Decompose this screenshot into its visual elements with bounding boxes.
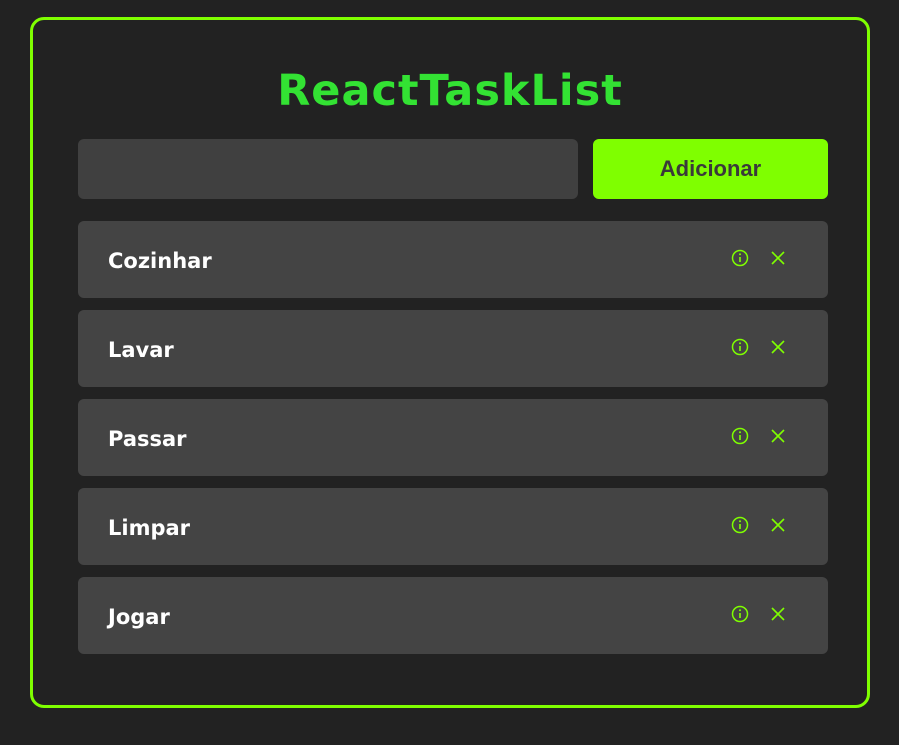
task-actions (728, 603, 790, 625)
task-remove-button[interactable] (766, 425, 790, 447)
info-icon (731, 427, 749, 445)
close-icon (771, 429, 785, 443)
task-details-button[interactable] (728, 336, 752, 358)
info-icon (731, 249, 749, 267)
add-task-button[interactable]: Adicionar (593, 139, 828, 199)
task-item[interactable]: Lavar (78, 310, 828, 387)
close-icon (771, 518, 785, 532)
task-remove-button[interactable] (766, 603, 790, 625)
task-actions (728, 336, 790, 358)
info-icon (731, 338, 749, 356)
task-app-container: ReactTaskList Adicionar Cozinhar Lavar P… (30, 17, 870, 708)
close-icon (771, 251, 785, 265)
task-title: Lavar (108, 338, 174, 362)
task-list: Cozinhar Lavar Passar Limpar Jogar (78, 221, 828, 666)
task-item[interactable]: Jogar (78, 577, 828, 654)
task-details-button[interactable] (728, 603, 752, 625)
task-item[interactable]: Limpar (78, 488, 828, 565)
task-details-button[interactable] (728, 425, 752, 447)
task-actions (728, 425, 790, 447)
task-title: Jogar (108, 605, 170, 629)
task-item[interactable]: Passar (78, 399, 828, 476)
task-title: Passar (108, 427, 187, 451)
task-actions (728, 514, 790, 536)
close-icon (771, 607, 785, 621)
task-details-button[interactable] (728, 247, 752, 269)
task-title: Limpar (108, 516, 191, 540)
task-item[interactable]: Cozinhar (78, 221, 828, 298)
task-remove-button[interactable] (766, 514, 790, 536)
close-icon (771, 340, 785, 354)
task-title: Cozinhar (108, 249, 212, 273)
new-task-input[interactable] (78, 139, 578, 199)
task-remove-button[interactable] (766, 336, 790, 358)
task-remove-button[interactable] (766, 247, 790, 269)
task-details-button[interactable] (728, 514, 752, 536)
info-icon (731, 516, 749, 534)
task-actions (728, 247, 790, 269)
info-icon (731, 605, 749, 623)
app-title: ReactTaskList (277, 66, 623, 116)
